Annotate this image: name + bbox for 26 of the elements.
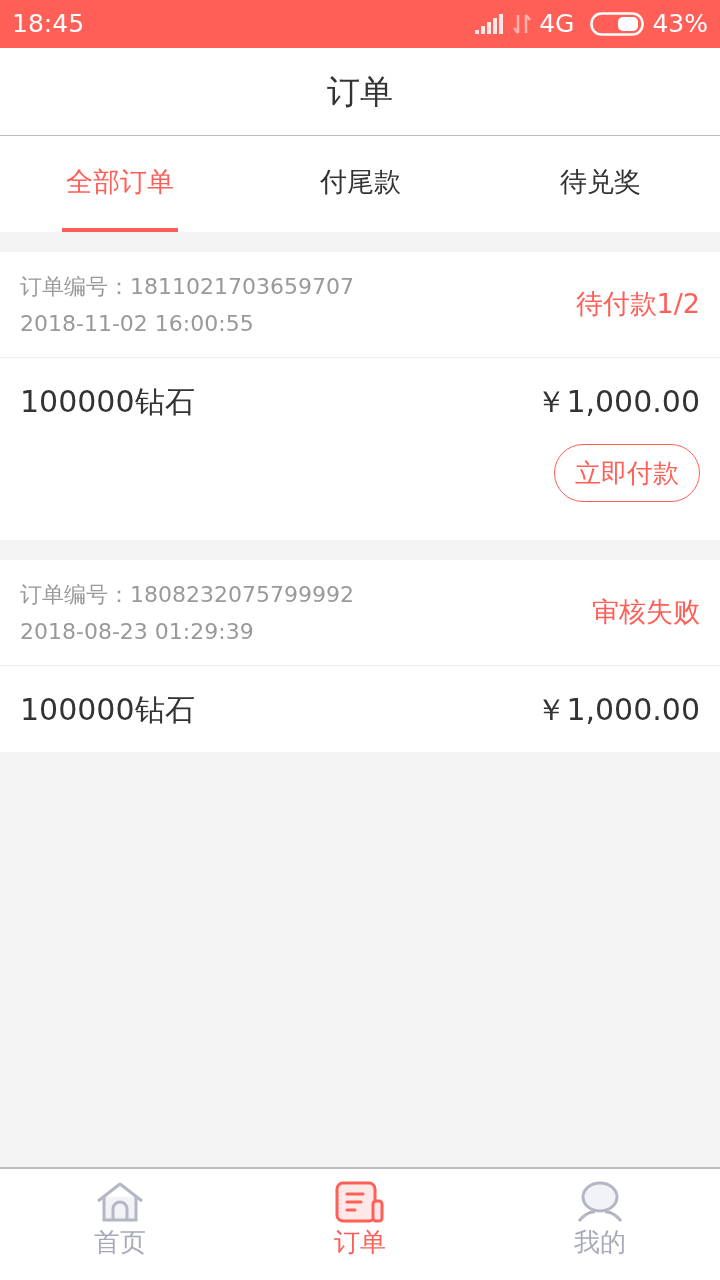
order-number: 订单编号：1811021703659707 bbox=[20, 272, 354, 301]
order-date: 2018-08-23 01:29:39 bbox=[20, 617, 255, 646]
document-icon bbox=[335, 1181, 385, 1223]
nav-tab[interactable]: 订单 bbox=[334, 1169, 386, 1280]
battery-percent: 43% bbox=[652, 8, 708, 41]
tab[interactable]: 全部订单 bbox=[62, 136, 178, 232]
tab[interactable]: 付尾款 bbox=[315, 136, 405, 232]
status-time: 18:45 bbox=[12, 8, 85, 41]
order-number: 订单编号：1808232075799992 bbox=[20, 580, 354, 609]
product-name: 100000钻石 bbox=[20, 382, 195, 421]
tab[interactable]: 待兑奖 bbox=[555, 136, 645, 232]
order-price: ￥1,000.00 bbox=[536, 690, 700, 729]
person-icon bbox=[575, 1181, 625, 1223]
data-arrows-icon bbox=[513, 13, 532, 35]
order-status: 审核失败 bbox=[592, 595, 700, 630]
order-status: 待付款1/2 bbox=[575, 287, 700, 322]
order-price: ￥1,000.00 bbox=[536, 382, 700, 421]
home-icon bbox=[95, 1181, 145, 1223]
network-type: 4G bbox=[539, 8, 575, 41]
nav-tab[interactable]: 我的 bbox=[574, 1169, 626, 1280]
product-name: 100000钻石 bbox=[20, 690, 195, 729]
nav-tab[interactable]: 首页 bbox=[94, 1169, 146, 1280]
battery-icon bbox=[590, 12, 645, 36]
order-date: 2018-11-02 16:00:55 bbox=[20, 309, 255, 338]
page-title: 订单 bbox=[327, 70, 393, 113]
signal-icon bbox=[475, 14, 506, 34]
